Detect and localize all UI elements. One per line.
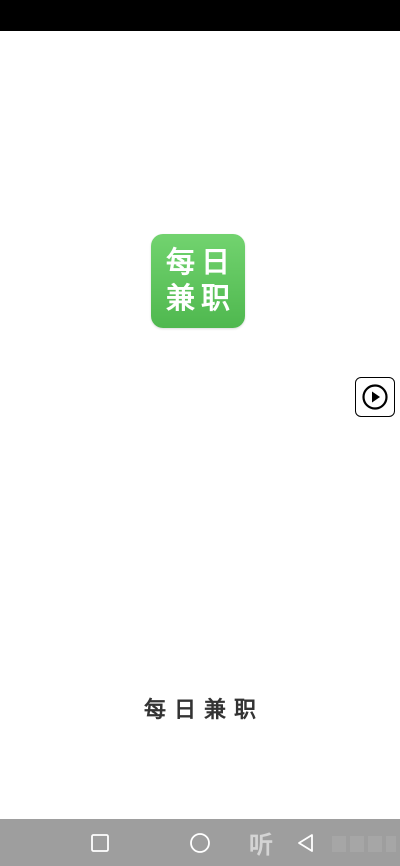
app-logo-icon: 每 日 兼 职 (151, 234, 245, 328)
system-navigation-bar: 听 (0, 819, 400, 866)
circle-icon (190, 832, 210, 853)
status-bar (0, 0, 400, 31)
home-button[interactable] (180, 819, 220, 866)
recent-apps-button[interactable] (80, 819, 120, 866)
back-button[interactable] (286, 819, 326, 866)
square-icon (91, 833, 109, 852)
listen-icon: 听 (249, 831, 273, 859)
logo-char: 职 (200, 280, 230, 315)
play-circle-icon (362, 384, 388, 410)
watermark-ghost-icon (332, 836, 396, 852)
logo-char: 每 (165, 244, 195, 279)
back-triangle-icon (298, 833, 313, 852)
floating-play-button[interactable] (355, 377, 395, 417)
app-name-title: 每日兼职 (143, 698, 264, 723)
logo-char: 日 (200, 244, 230, 279)
logo-char: 兼 (165, 280, 195, 315)
